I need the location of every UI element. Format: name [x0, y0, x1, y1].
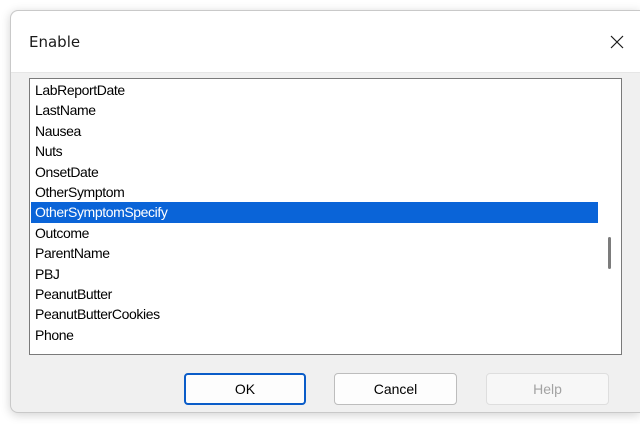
list-item[interactable]: LabReportDate — [31, 80, 598, 100]
field-listbox[interactable]: LabReportDate LastName Nausea Nuts OnsetDate… — [29, 78, 622, 355]
help-button: Help — [486, 373, 609, 405]
ok-button[interactable]: OK — [184, 373, 306, 405]
title-bar: Enable — [11, 11, 640, 73]
list-item[interactable]: Outcome — [31, 223, 598, 243]
vertical-scrollbar[interactable] — [599, 79, 621, 354]
list-item-selected[interactable]: OtherSymptomSpecify — [31, 202, 598, 223]
cancel-button[interactable]: Cancel — [334, 373, 457, 405]
list-item[interactable]: LastName — [31, 100, 598, 120]
close-icon — [610, 35, 624, 49]
list-item[interactable]: ParentName — [31, 243, 598, 263]
close-button[interactable] — [594, 23, 640, 61]
scrollbar-thumb[interactable] — [608, 237, 611, 269]
list-item[interactable]: PBJ — [31, 264, 598, 284]
list-item[interactable]: Nausea — [31, 121, 598, 141]
list-item[interactable]: PeanutButter — [31, 284, 598, 304]
list-item[interactable]: OnsetDate — [31, 162, 598, 182]
list-item[interactable]: Nuts — [31, 141, 598, 161]
listbox-items: LabReportDate LastName Nausea Nuts OnsetDate… — [31, 80, 598, 345]
list-item[interactable]: PeanutButterCookies — [31, 304, 598, 324]
list-item[interactable]: OtherSymptom — [31, 182, 598, 202]
list-item[interactable]: Phone — [31, 325, 598, 345]
dialog-title: Enable — [29, 33, 81, 51]
enable-dialog: Enable LabReportDate LastName Nausea Nuts On… — [10, 10, 640, 413]
